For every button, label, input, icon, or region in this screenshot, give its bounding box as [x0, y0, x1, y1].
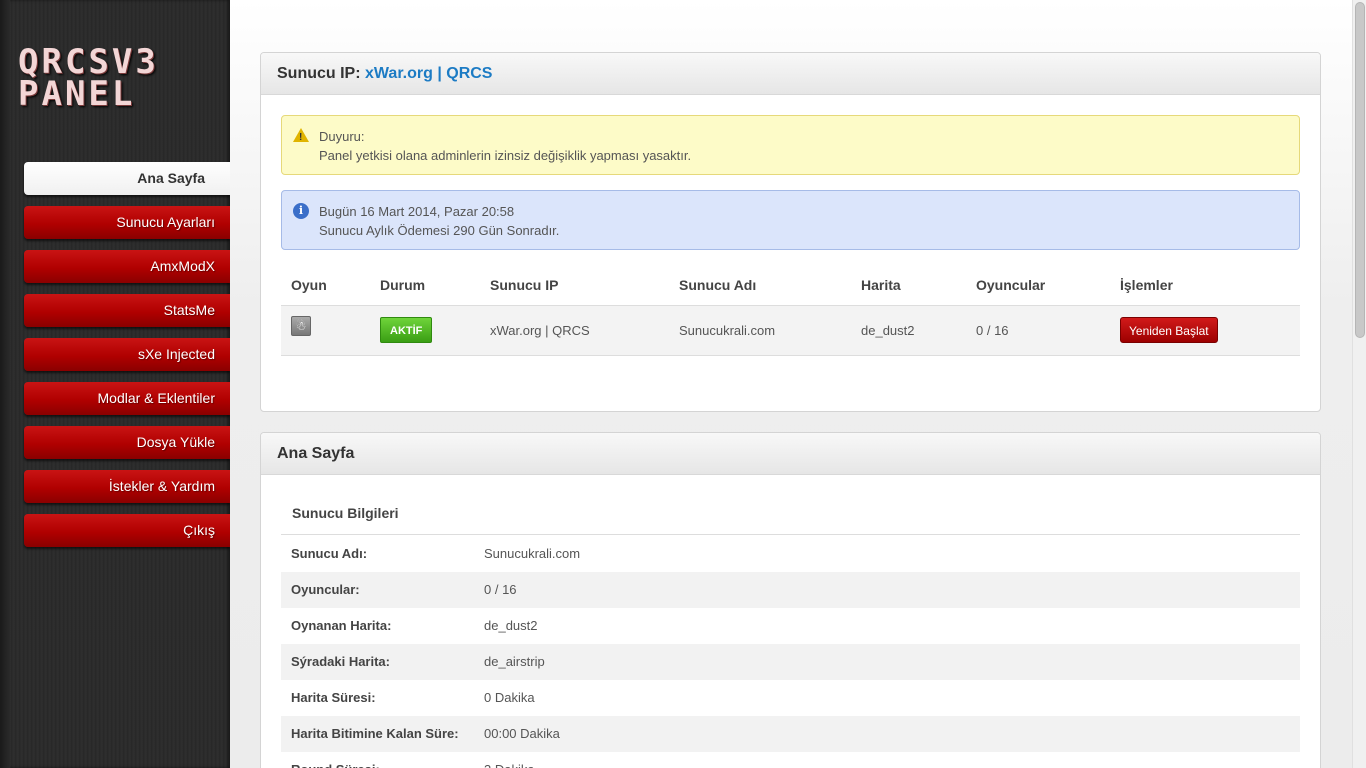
col-sunucu-ip: Sunucu IP: [480, 265, 669, 306]
server-panel-header: Sunucu IP: xWar.org | QRCS: [261, 53, 1320, 95]
col-oyuncular: Oyuncular: [966, 265, 1110, 306]
announcement-alert: Duyuru: Panel yetkisi olana adminlerin i…: [281, 115, 1300, 175]
date-info-alert: i Bugün 16 Mart 2014, Pazar 20:58 Sunucu…: [281, 190, 1300, 250]
server-ip-label: Sunucu IP:: [277, 65, 361, 82]
col-harita: Harita: [851, 265, 966, 306]
server-table: Oyun Durum Sunucu IP Sunucu Adı Harita O…: [281, 265, 1300, 356]
row-players: 0 / 16: [966, 305, 1110, 356]
nav-item-ana-sayfa[interactable]: Ana Sayfa: [24, 162, 230, 195]
home-panel: Ana Sayfa Sunucu Bilgileri Sunucu Adı: Su…: [260, 432, 1321, 768]
list-item: Oynanan Harita: de_dust2: [291, 618, 538, 633]
nav-item-modlar-eklentiler[interactable]: Modlar & Eklentiler: [24, 382, 230, 415]
row-name: Sunucukrali.com: [669, 305, 851, 356]
vertical-scrollbar[interactable]: [1352, 0, 1366, 768]
list-item: Sunucu Adı: Sunucukrali.com: [291, 546, 581, 561]
info-icon: i: [293, 203, 309, 219]
home-panel-header: Ana Sayfa: [261, 433, 1320, 475]
server-panel: Sunucu IP: xWar.org | QRCS Duyuru: Panel…: [260, 52, 1321, 412]
logo-line2: PANEL: [18, 74, 136, 114]
row-map: de_dust2: [851, 305, 966, 356]
status-badge: AKTİF: [380, 317, 433, 343]
table-row: ☃ AKTİF xWar.org | QRCS Sunucukrali.com …: [281, 305, 1300, 356]
payment-text: Sunucu Aylık Ödemesi 290 Gün Sonradır.: [319, 223, 560, 238]
col-oyun: Oyun: [281, 265, 370, 306]
list-item: Harita Süresi: 0 Dakika: [291, 690, 535, 705]
nav-item-amxmodx[interactable]: AmxModX: [24, 250, 230, 283]
nav-item-sunucu-ayarlari[interactable]: Sunucu Ayarları: [24, 206, 230, 239]
date-text: Bugün 16 Mart 2014, Pazar 20:58: [319, 204, 515, 219]
list-item: Oyuncular: 0 / 16: [281, 572, 1300, 608]
scrollbar-thumb[interactable]: [1355, 2, 1365, 338]
restart-button[interactable]: Yeniden Başlat: [1120, 317, 1218, 343]
col-sunucu-adi: Sunucu Adı: [669, 265, 851, 306]
col-islemler: İşlemler: [1110, 265, 1300, 306]
row-ip: xWar.org | QRCS: [480, 305, 669, 356]
server-ip-link[interactable]: xWar.org | QRCS: [365, 65, 492, 82]
nav-item-dosya-yukle[interactable]: Dosya Yükle: [24, 426, 230, 459]
nav-item-istekler-yardim[interactable]: İstekler & Yardım: [24, 470, 230, 503]
main-content: Sunucu IP: xWar.org | QRCS Duyuru: Panel…: [230, 0, 1352, 768]
server-info-list: Sunucu Adı: Sunucukrali.com Oyuncular: 0 /…: [281, 536, 1300, 768]
counter-strike-icon: ☃: [291, 316, 311, 337]
list-item: Round Süresi:3 Dakika: [281, 752, 1300, 768]
sidebar: QRCSV3 PANEL Ana Sayfa Sunucu Ayarları A…: [0, 0, 230, 768]
col-durum: Durum: [370, 265, 480, 306]
sidebar-nav: Ana Sayfa Sunucu Ayarları AmxModX StatsM…: [24, 162, 230, 558]
nav-item-sxe-injected[interactable]: sXe Injected: [24, 338, 230, 371]
server-info-title: Sunucu Bilgileri: [281, 505, 1300, 535]
nav-item-cikis[interactable]: Çıkış: [24, 514, 230, 547]
nav-item-statsme[interactable]: StatsMe: [24, 294, 230, 327]
list-item: Sýradaki Harita: de_airstrip: [281, 644, 1300, 680]
logo: QRCSV3 PANEL: [18, 45, 178, 114]
list-item: Harita Bitimine Kalan Süre: 00:00 Dakika: [281, 716, 1300, 752]
announcement-title: Duyuru:: [319, 129, 365, 144]
announcement-text: Panel yetkisi olana adminlerin izinsiz d…: [319, 148, 692, 163]
warning-icon: [293, 128, 309, 146]
